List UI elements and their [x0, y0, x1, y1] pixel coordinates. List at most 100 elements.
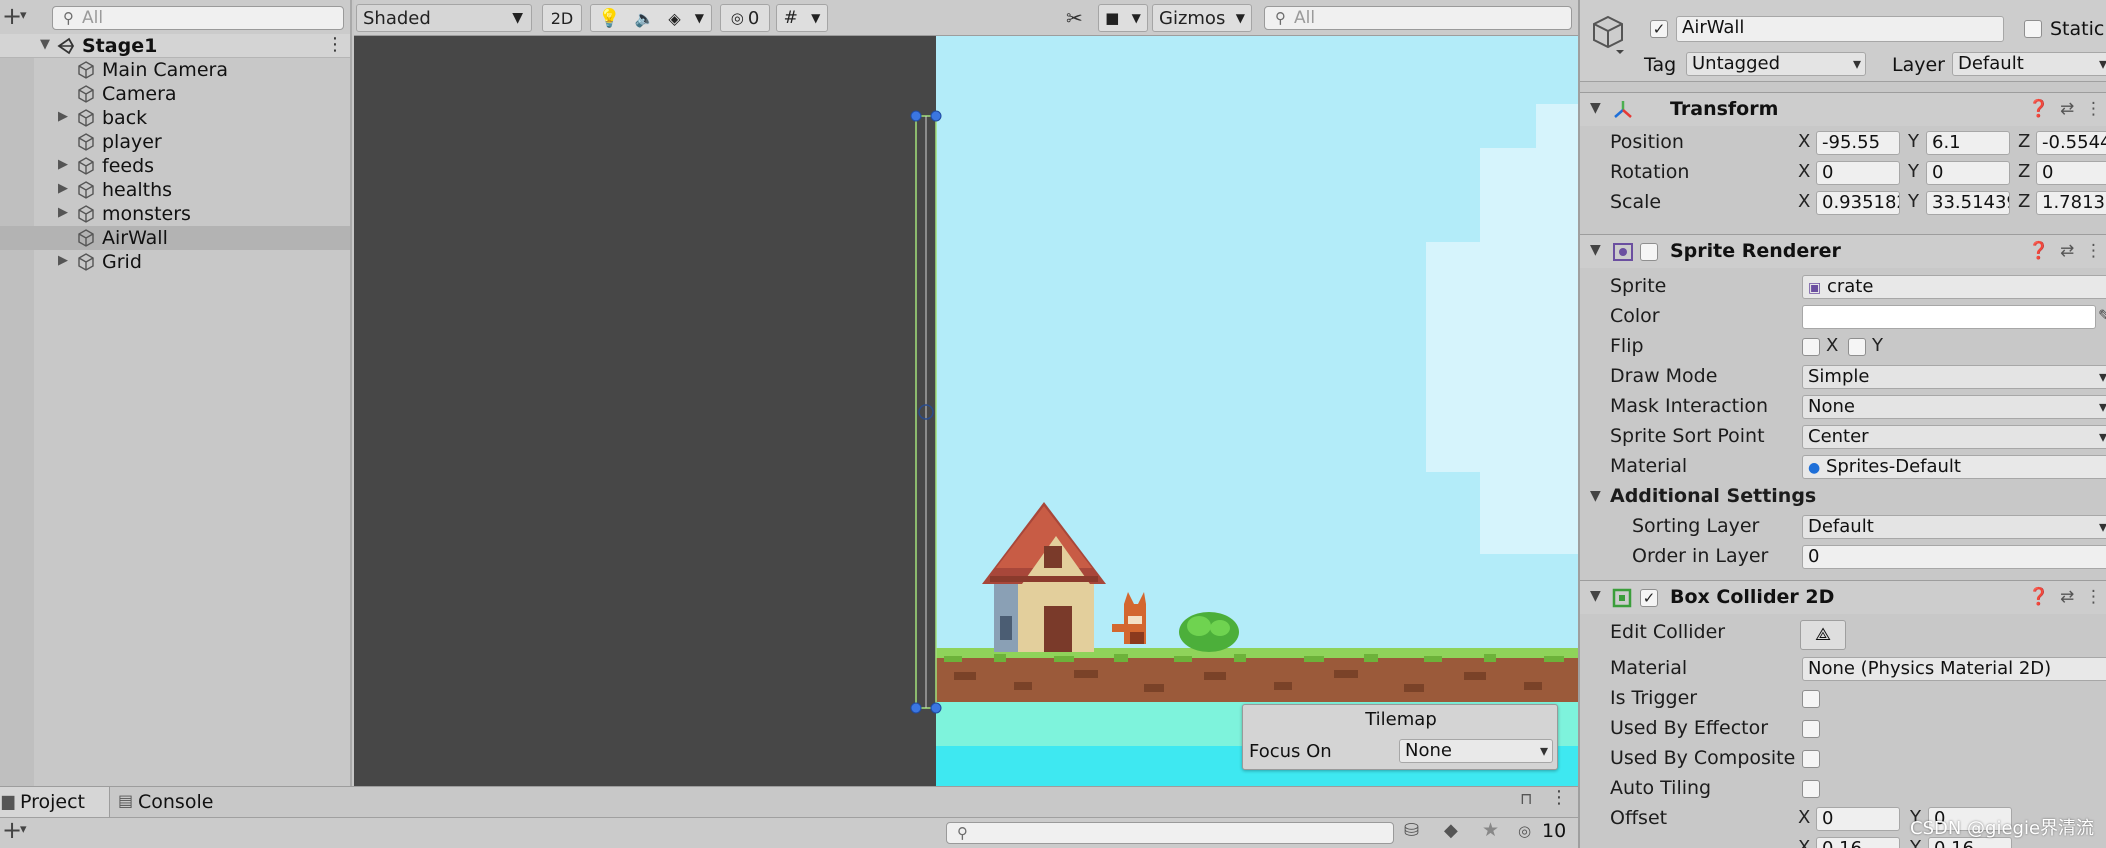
bush-sprite	[1179, 612, 1239, 652]
hierarchy-search-input[interactable]: ⚲ All	[52, 6, 344, 30]
transform-header[interactable]: ▼ Transform ❓ ⇄ ⋮	[1580, 92, 2106, 126]
expand-arrow-icon[interactable]: ▶	[58, 109, 72, 124]
gizmos-dropdown[interactable]: Gizmos ▼	[1152, 4, 1252, 32]
scene-view[interactable]: Tilemap Focus On None	[354, 36, 1578, 786]
scene-search-input[interactable]: ⚲ All	[1264, 6, 1572, 30]
gameobject-cube-icon	[78, 253, 94, 271]
box-collider-header[interactable]: ▼ ✓ Box Collider 2D ❓ ⇄ ⋮	[1580, 580, 2106, 614]
rotation-y-field[interactable]: 0	[1926, 161, 2010, 185]
box-collider-enabled-checkbox[interactable]: ✓	[1640, 589, 1658, 607]
is-trigger-checkbox[interactable]	[1802, 690, 1820, 708]
offset-x-field[interactable]: 0	[1816, 807, 1900, 831]
hierarchy-item[interactable]: AirWall	[0, 226, 350, 250]
position-z-field[interactable]: -0.5544	[2036, 131, 2106, 155]
order-in-layer-field[interactable]: 0	[1802, 545, 2106, 569]
chevron-down-icon[interactable]: ▼	[695, 11, 704, 25]
rotation-x-field[interactable]: 0	[1816, 161, 1900, 185]
scale-z-field[interactable]: 1.7813	[2036, 191, 2106, 215]
expand-arrow-icon[interactable]: ▼	[40, 37, 54, 52]
flip-x-checkbox[interactable]	[1802, 338, 1820, 356]
additional-settings-foldout[interactable]: ▼ Additional Settings	[1580, 482, 2106, 512]
favorite-star-icon[interactable]: ★	[1482, 819, 1499, 841]
scene-row[interactable]: ▼ Stage1 ⋮	[0, 34, 350, 58]
layer-dropdown[interactable]: Default	[1952, 52, 2106, 76]
hierarchy-item-label: back	[102, 107, 148, 129]
filter-by-label-icon[interactable]: ◆	[1444, 820, 1458, 841]
sprite-renderer-enabled-checkbox[interactable]	[1640, 243, 1658, 261]
hierarchy-panel: + ▾ ⚲ All ▼ Stage1 ⋮ Main Camera Camera ▶ b…	[0, 0, 352, 786]
tag-dropdown[interactable]: Untagged	[1686, 52, 1866, 76]
used-by-effector-checkbox[interactable]	[1802, 720, 1820, 738]
fold-arrow-icon[interactable]: ▼	[1590, 100, 1601, 116]
component-menu-icons[interactable]: ❓ ⇄ ⋮	[2028, 241, 2102, 261]
tab-console[interactable]: ▤ Console	[116, 787, 236, 817]
gameobject-cube-icon[interactable]	[1590, 14, 1626, 56]
camera-settings-dropdown[interactable]: ■ ▼	[1098, 4, 1148, 32]
filter-by-type-icon[interactable]: ⛁	[1404, 820, 1419, 841]
hierarchy-item[interactable]: Main Camera	[0, 58, 350, 82]
lighting-icon[interactable]: 💡	[598, 8, 620, 29]
focus-on-dropdown[interactable]: None	[1399, 739, 1553, 763]
hierarchy-item[interactable]: Camera	[0, 82, 350, 106]
mode-2d-toggle[interactable]: 2D	[542, 4, 582, 32]
mask-interaction-dropdown[interactable]: None	[1802, 395, 2106, 419]
position-y-field[interactable]: 6.1	[1926, 131, 2010, 155]
sorting-layer-dropdown[interactable]: Default	[1802, 515, 2106, 539]
shading-mode-dropdown[interactable]: Shaded ▼	[356, 4, 532, 32]
hierarchy-item[interactable]: player	[0, 130, 350, 154]
hidden-packages-icon[interactable]: ◎	[1518, 822, 1531, 840]
component-menu-icons[interactable]: ❓ ⇄ ⋮	[2028, 587, 2102, 607]
hidden-objects-toggle[interactable]: ◎ 0	[720, 4, 770, 32]
dropdown-arrow-icon[interactable]: ▾	[20, 822, 27, 837]
gameobject-cube-icon	[78, 85, 94, 103]
edit-collider-button[interactable]: ⟁	[1800, 620, 1846, 650]
airwall-collider-gizmo[interactable]	[910, 110, 942, 714]
more-options-icon[interactable]: ⋮	[326, 34, 344, 55]
color-swatch[interactable]	[1802, 305, 2096, 329]
component-menu-icons[interactable]: ❓ ⇄ ⋮	[2028, 99, 2102, 119]
fold-arrow-icon[interactable]: ▼	[1590, 588, 1601, 604]
active-checkbox[interactable]: ✓	[1650, 20, 1668, 38]
size-x-field[interactable]: 0.16	[1816, 837, 1900, 848]
lock-icon[interactable]: ⊓	[1520, 789, 1532, 808]
tab-project[interactable]: ▆ Project	[0, 787, 110, 817]
used-by-composite-checkbox[interactable]	[1802, 750, 1820, 768]
hierarchy-item[interactable]: ▶ monsters	[0, 202, 350, 226]
sprite-object-field[interactable]: ▣ crate	[1802, 275, 2106, 299]
gameobject-cube-icon	[78, 61, 94, 79]
position-x-field[interactable]: -95.55	[1816, 131, 1900, 155]
scale-y-field[interactable]: 33.51439	[1926, 191, 2010, 215]
dropdown-arrow-icon[interactable]: ▾	[20, 8, 27, 23]
sprite-renderer-header[interactable]: ▼ Sprite Renderer ❓ ⇄ ⋮	[1580, 234, 2106, 268]
flip-y-checkbox[interactable]	[1848, 338, 1866, 356]
audio-icon[interactable]: 🔈	[634, 9, 654, 28]
grid-toggle[interactable]: # ▼	[776, 4, 828, 32]
auto-tiling-checkbox[interactable]	[1802, 780, 1820, 798]
expand-arrow-icon[interactable]: ▶	[58, 157, 72, 172]
expand-arrow-icon[interactable]: ▶	[58, 181, 72, 196]
order-in-layer-row: Order in Layer 0	[1580, 542, 2106, 572]
rotation-z-field[interactable]: 0	[2036, 161, 2106, 185]
expand-arrow-icon[interactable]: ▶	[58, 253, 72, 268]
hierarchy-item[interactable]: ▶ back	[0, 106, 350, 130]
expand-arrow-icon[interactable]: ▶	[58, 205, 72, 220]
hierarchy-item[interactable]: ▶ Grid	[0, 250, 350, 274]
tools-icon[interactable]: ✂	[1066, 6, 1083, 30]
eyedropper-icon[interactable]: ✎	[2098, 306, 2106, 325]
chevron-down-icon: ▼	[811, 11, 821, 25]
hierarchy-item[interactable]: ▶ healths	[0, 178, 350, 202]
more-options-icon[interactable]: ⋮	[1550, 787, 1568, 808]
object-name-field[interactable]: AirWall	[1676, 16, 2004, 42]
fold-arrow-icon[interactable]: ▼	[1590, 242, 1601, 258]
effects-icon[interactable]: ◈	[668, 9, 680, 28]
color-row: Color ✎	[1580, 302, 2106, 332]
project-search-input[interactable]: ⚲	[946, 822, 1394, 844]
draw-mode-dropdown[interactable]: Simple	[1802, 365, 2106, 389]
material-object-field[interactable]: ● Sprites-Default	[1802, 455, 2106, 479]
fold-arrow-icon[interactable]: ▼	[1590, 488, 1601, 504]
sort-point-dropdown[interactable]: Center	[1802, 425, 2106, 449]
static-checkbox[interactable]	[2024, 20, 2042, 38]
scale-x-field[interactable]: 0.935182	[1816, 191, 1900, 215]
physics-material-field[interactable]: None (Physics Material 2D)	[1802, 657, 2106, 681]
hierarchy-item[interactable]: ▶ feeds	[0, 154, 350, 178]
